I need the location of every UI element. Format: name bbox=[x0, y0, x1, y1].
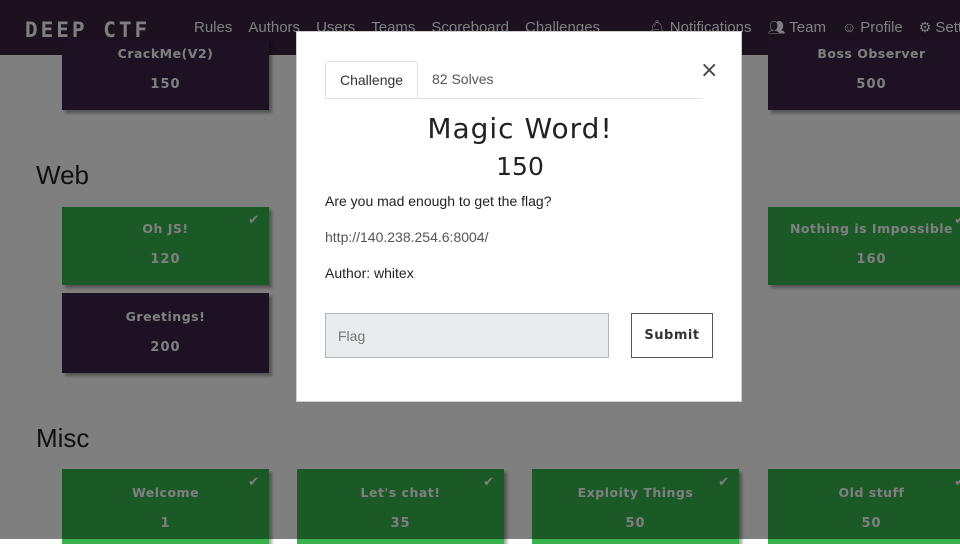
challenge-modal: Challenge 82 Solves × Magic Word! 150 Ar… bbox=[296, 31, 742, 402]
challenge-value: 150 bbox=[496, 152, 544, 181]
challenge-author: Author: whitex bbox=[325, 265, 414, 281]
tab-solves[interactable]: 82 Solves bbox=[418, 61, 507, 97]
modal-tabs: Challenge 82 Solves bbox=[325, 61, 702, 99]
challenge-name: Magic Word! bbox=[427, 112, 613, 145]
challenge-link[interactable]: http://140.238.254.6:8004/ bbox=[325, 229, 488, 245]
close-icon[interactable]: × bbox=[700, 58, 718, 83]
challenge-link-line: http://140.238.254.6:8004/ bbox=[325, 229, 488, 245]
flag-input[interactable] bbox=[325, 313, 609, 358]
submit-button[interactable]: Submit bbox=[631, 313, 713, 358]
tab-challenge[interactable]: Challenge bbox=[325, 61, 419, 98]
challenge-description: Are you mad enough to get the flag? bbox=[325, 193, 552, 209]
